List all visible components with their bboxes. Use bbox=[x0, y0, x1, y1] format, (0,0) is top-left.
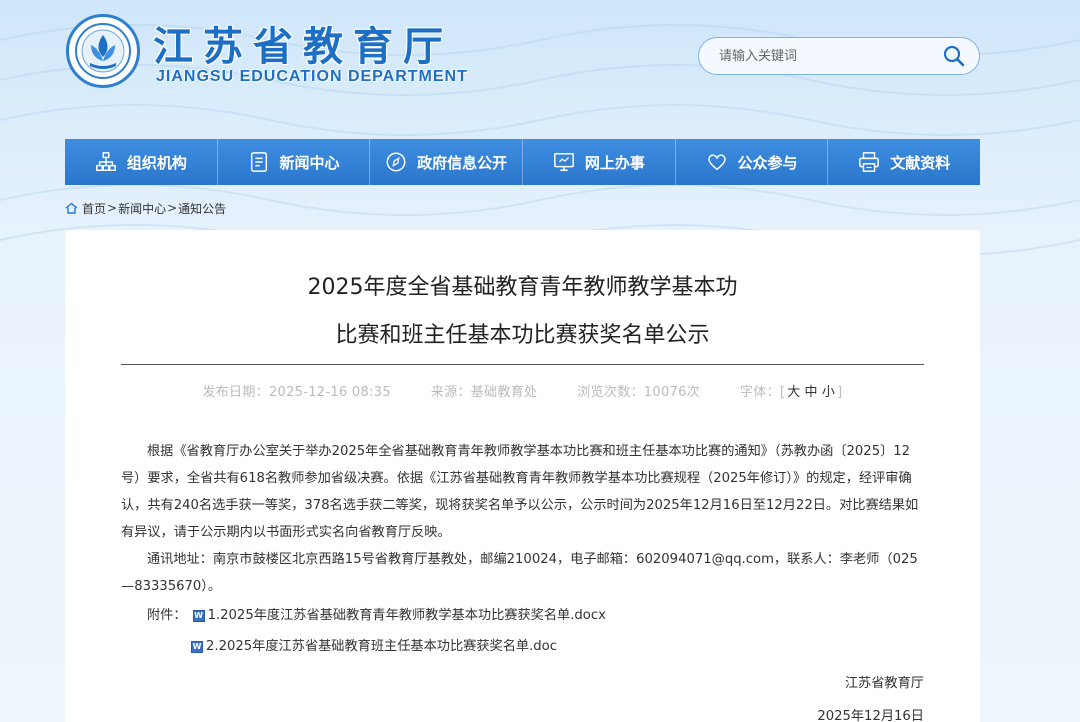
article-title: 2025年度全省基础教育青年教师教学基本功 比赛和班主任基本功比赛获奖名单公示 bbox=[65, 264, 980, 360]
article-title-line-2: 比赛和班主任基本功比赛获奖名单公示 bbox=[335, 323, 710, 348]
site-title: 江苏省教育厅 bbox=[153, 24, 453, 70]
nav-label: 组织机构 bbox=[126, 153, 187, 172]
nav-item-documents[interactable]: 文献资料 bbox=[828, 139, 980, 185]
article-body: 根据《省教育厅办公室关于举办2025年全省基础教育青年教师教学基本功比赛和班主任… bbox=[121, 438, 924, 722]
article-panel: 2025年度全省基础教育青年教师教学基本功 比赛和班主任基本功比赛获奖名单公示 … bbox=[65, 230, 980, 722]
nav-item-gov-info[interactable]: 政府信息公开 bbox=[370, 139, 524, 185]
nav-item-online-services[interactable]: 网上办事 bbox=[523, 139, 676, 185]
word-doc-icon: W bbox=[192, 609, 205, 622]
nav-item-news[interactable]: 新闻中心 bbox=[218, 139, 371, 185]
article-paragraph: 通讯地址：南京市鼓楼区北京西路15号省教育厅基教处，邮编210024，电子邮箱：… bbox=[121, 552, 918, 594]
title-divider bbox=[121, 364, 924, 365]
attachment-row: 附件： W 1.2025年度江苏省基础教育青年教师教学基本功比赛获奖名单.doc… bbox=[121, 602, 924, 629]
article-source: 来源：基础教育处 bbox=[430, 385, 538, 400]
breadcrumb-separator: > bbox=[107, 201, 118, 215]
site-title-english: JIANGSU EDUCATION DEPARTMENT bbox=[156, 68, 468, 85]
nav-label: 新闻中心 bbox=[279, 153, 340, 172]
document-list-icon bbox=[250, 152, 267, 172]
nav-label: 公众参与 bbox=[737, 153, 798, 172]
compass-icon bbox=[386, 152, 406, 172]
signature-date: 2025年12月16日 bbox=[817, 709, 924, 722]
font-size-medium-button[interactable]: 中 bbox=[805, 385, 818, 400]
site-header: 江苏省教育厅 JIANGSU EDUCATION DEPARTMENT bbox=[0, 0, 1080, 135]
font-size-small-button[interactable]: 小 bbox=[822, 385, 835, 400]
word-doc-icon: W bbox=[191, 640, 203, 653]
nav-label: 政府信息公开 bbox=[417, 153, 508, 172]
main-nav: 组织机构 新闻中心 政府信息公开 网上办事 公众参与 文献资料 bbox=[65, 139, 980, 185]
printer-icon bbox=[859, 152, 880, 172]
font-size-label: 字体：[ bbox=[739, 385, 786, 400]
signature-organization: 江苏省教育厅 bbox=[844, 676, 924, 691]
heart-icon bbox=[707, 154, 726, 171]
article-title-line-1: 2025年度全省基础教育青年教师教学基本功 bbox=[307, 275, 738, 300]
breadcrumb-news[interactable]: 新闻中心 bbox=[118, 200, 166, 217]
org-chart-icon bbox=[95, 152, 116, 171]
font-size-bracket: ] bbox=[837, 385, 843, 400]
nav-label: 网上办事 bbox=[584, 153, 645, 172]
nav-label: 文献资料 bbox=[890, 153, 951, 172]
breadcrumb-notice[interactable]: 通知公告 bbox=[178, 200, 226, 217]
attachment-row: W 2.2025年度江苏省基础教育班主任基本功比赛获奖名单.doc bbox=[121, 633, 924, 660]
search-box bbox=[698, 37, 980, 75]
nav-item-public-participation[interactable]: 公众参与 bbox=[676, 139, 829, 185]
article-meta: 发布日期：2025-12-16 08:35 来源：基础教育处 浏览次数：10076次… bbox=[65, 381, 980, 400]
search-icon bbox=[943, 45, 965, 67]
monitor-icon bbox=[553, 153, 574, 171]
nav-item-organization[interactable]: 组织机构 bbox=[65, 139, 218, 185]
font-size-large-button[interactable]: 大 bbox=[787, 385, 800, 400]
search-input[interactable] bbox=[699, 38, 929, 74]
breadcrumb-home[interactable]: 首页 bbox=[82, 200, 106, 217]
attachment-link-2[interactable]: 2.2025年度江苏省基础教育班主任基本功比赛获奖名单.doc bbox=[206, 633, 557, 660]
view-count: 浏览次数：10076次 bbox=[577, 385, 700, 400]
breadcrumb: 首页 > 新闻中心 > 通知公告 bbox=[65, 200, 226, 216]
breadcrumb-separator: > bbox=[167, 201, 178, 215]
article-paragraph: 根据《省教育厅办公室关于举办2025年全省基础教育青年教师教学基本功比赛和班主任… bbox=[121, 444, 919, 540]
attachment-label: 附件： bbox=[147, 608, 187, 623]
home-icon bbox=[65, 202, 78, 214]
logo-emblem-icon[interactable] bbox=[66, 14, 140, 88]
search-button[interactable] bbox=[929, 38, 979, 74]
attachment-link-1[interactable]: 1.2025年度江苏省基础教育青年教师教学基本功比赛获奖名单.docx bbox=[208, 602, 606, 629]
publish-date: 发布日期：2025-12-16 08:35 bbox=[202, 385, 391, 400]
